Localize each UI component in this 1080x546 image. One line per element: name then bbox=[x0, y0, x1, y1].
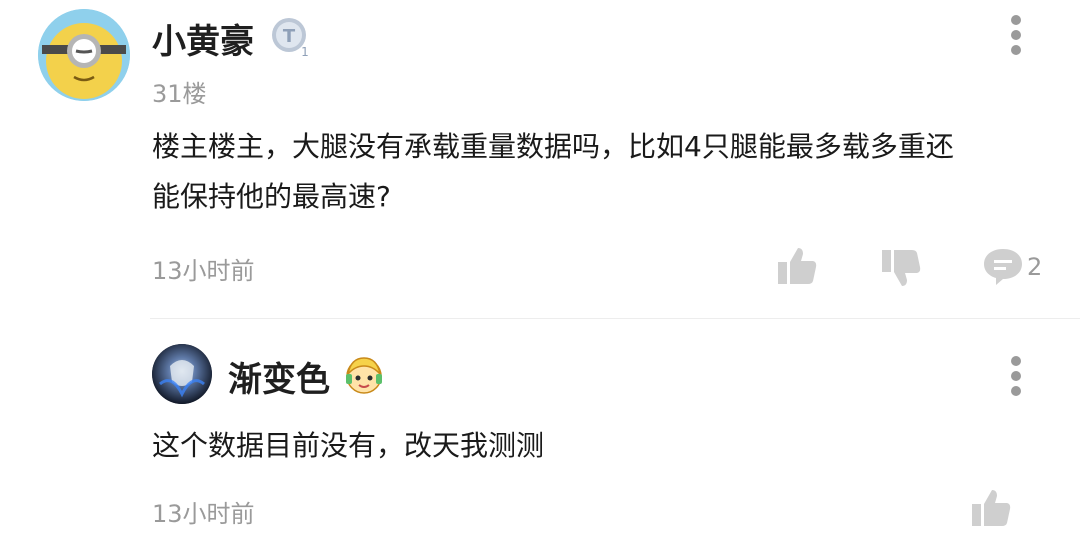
divider bbox=[150, 318, 1080, 319]
reply-username[interactable]: 渐变色 bbox=[228, 352, 330, 401]
reply-thumbs-up-icon[interactable] bbox=[970, 486, 1012, 528]
comment-text-line-1: 楼主楼主，大腿没有承载重量数据吗，比如4只腿能最多载多重还 bbox=[152, 130, 954, 163]
comment-text-line-2: 能保持他的最高速? bbox=[152, 180, 391, 213]
reply-user-avatar[interactable] bbox=[152, 344, 212, 404]
reply-text: 这个数据目前没有，改天我测测 bbox=[152, 429, 545, 462]
thumbs-up-icon[interactable] bbox=[776, 244, 818, 286]
badge-letter: T bbox=[283, 26, 296, 47]
badge-level: 1 bbox=[301, 45, 309, 58]
level-badge-icon: T 1 bbox=[270, 16, 312, 59]
more-options-button[interactable] bbox=[1010, 15, 1022, 55]
reply-more-options-button[interactable] bbox=[1010, 356, 1022, 396]
reply-count: 2 bbox=[1027, 253, 1043, 281]
avatar-emoji-icon bbox=[343, 354, 385, 396]
comment-time: 13小时前 bbox=[152, 257, 255, 285]
user-avatar[interactable] bbox=[38, 9, 130, 101]
thumbs-down-icon[interactable] bbox=[880, 248, 922, 290]
username[interactable]: 小黄豪 bbox=[152, 14, 254, 63]
comment-bubble-icon[interactable] bbox=[982, 247, 1024, 287]
reply-time: 13小时前 bbox=[152, 500, 255, 528]
floor-number: 31楼 bbox=[152, 80, 207, 108]
